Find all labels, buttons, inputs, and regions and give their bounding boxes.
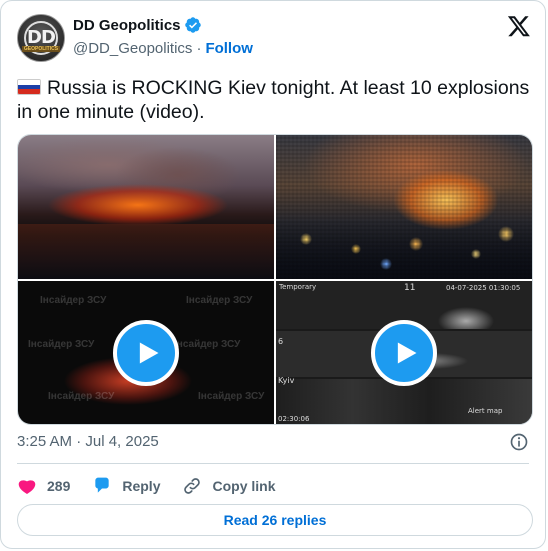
avatar-logo-subtext: GEOPOLITICS [21, 46, 61, 52]
name-line: DD Geopolitics [73, 16, 202, 34]
watermark: Інсайдер ЗСУ [48, 391, 115, 402]
read-replies-button[interactable]: Read 26 replies [17, 504, 533, 536]
play-button[interactable] [371, 320, 437, 386]
tweet-body: Russia is ROCKING Kiev tonight. At least… [17, 77, 530, 123]
handle[interactable]: @DD_Geopolitics [73, 40, 192, 57]
cam-label: 6 [278, 337, 284, 346]
play-icon [139, 342, 159, 364]
info-icon[interactable] [509, 432, 529, 452]
heart-icon [18, 480, 36, 494]
cam-label: Temporary [279, 283, 317, 291]
reply-bubble-icon [95, 477, 110, 493]
link-icon [184, 478, 201, 494]
play-button[interactable] [113, 320, 179, 386]
verified-badge-icon [184, 16, 202, 34]
tweet-timestamp[interactable]: 3:25 AM · Jul 4, 2025 [17, 433, 159, 450]
x-logo-icon[interactable] [507, 14, 531, 38]
like-count: 289 [47, 478, 71, 494]
tweet-card: DD GEOPOLITICS DD Geopolitics @DD_Geopol… [0, 0, 546, 549]
follow-button[interactable]: Follow [205, 40, 253, 57]
tweet-header: DD GEOPOLITICS DD Geopolitics @DD_Geopol… [17, 14, 531, 64]
divider [17, 463, 529, 464]
watermark: Інсайдер ЗСУ [28, 339, 95, 350]
media-image-1[interactable] [18, 135, 274, 279]
play-icon [397, 342, 417, 364]
action-bar: 289 Reply Copy link [17, 472, 298, 500]
avatar[interactable]: DD GEOPOLITICS [17, 14, 65, 62]
pixelation-overlay [276, 135, 532, 279]
display-name[interactable]: DD Geopolitics [73, 17, 181, 34]
like-button[interactable]: 289 [17, 476, 70, 496]
russia-flag-icon [17, 79, 41, 95]
handle-line: @DD_Geopolitics · Follow [73, 40, 253, 57]
water-reflection [18, 224, 274, 279]
watermark: Інсайдер ЗСУ [40, 295, 107, 306]
separator-dot: · [196, 40, 202, 57]
cam-label: 02:30:06 [278, 415, 310, 423]
copy-link-button[interactable]: Copy link [182, 476, 276, 496]
copy-link-label: Copy link [212, 478, 276, 494]
reply-label: Reply [122, 478, 161, 494]
cam-label: 04-07-2025 01:30:05 [446, 284, 521, 292]
media-grid: Інсайдер ЗСУ Інсайдер ЗСУ Інсайдер ЗСУ І… [17, 134, 533, 425]
watermark: Інсайдер ЗСУ [198, 391, 265, 402]
watermark: Інсайдер ЗСУ [186, 295, 253, 306]
media-video-1[interactable]: Інсайдер ЗСУ Інсайдер ЗСУ Інсайдер ЗСУ І… [18, 281, 274, 424]
tweet-text: Russia is ROCKING Kiev tonight. At least… [17, 76, 533, 124]
media-video-2[interactable]: Temporary 11 04-07-2025 01:30:05 Kyiv 6 … [276, 281, 532, 424]
watermark: Інсайдер ЗСУ [174, 339, 241, 350]
cam-label: 11 [404, 283, 416, 293]
reply-button[interactable]: Reply [92, 476, 160, 496]
cam-label: Kyiv [278, 376, 295, 385]
media-image-2[interactable] [276, 135, 532, 279]
cam-label: Alert map [468, 407, 503, 415]
